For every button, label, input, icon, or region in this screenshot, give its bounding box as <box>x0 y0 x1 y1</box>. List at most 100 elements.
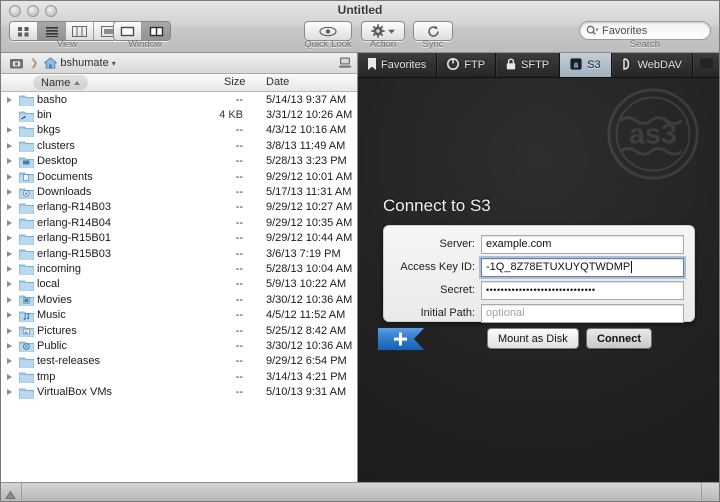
disclosure-triangle-icon[interactable] <box>1 189 17 196</box>
icon-view-button[interactable] <box>10 22 38 40</box>
disclosure-triangle-icon[interactable] <box>1 204 17 211</box>
form-row: Initial Path: optional <box>384 303 694 323</box>
disclosure-triangle-icon[interactable] <box>1 142 17 149</box>
disclosure-triangle-icon[interactable] <box>1 265 17 272</box>
table-row[interactable]: tmp -- 3/14/13 4:21 PM <box>1 369 357 384</box>
tab-favorites[interactable]: Favorites <box>358 53 438 77</box>
disclosure-triangle-icon[interactable] <box>1 327 17 334</box>
file-name: erlang-R14B03 <box>37 201 111 214</box>
search-field[interactable]: Favorites <box>579 21 711 40</box>
disclosure-triangle-icon[interactable] <box>1 219 17 226</box>
disclosure-triangle-icon[interactable] <box>1 342 17 349</box>
disclosure-triangle-icon[interactable] <box>1 158 17 165</box>
tab-s3[interactable]: a S3 <box>560 53 612 77</box>
table-row[interactable]: test-releases -- 9/29/12 6:54 PM <box>1 354 357 369</box>
disclosure-triangle-icon[interactable] <box>1 296 17 303</box>
quick-look-button[interactable] <box>304 21 352 41</box>
file-size: -- <box>235 124 243 137</box>
tab-ftp[interactable]: FTP <box>437 53 497 77</box>
table-row[interactable]: basho -- 5/14/13 9:37 AM <box>1 92 357 107</box>
path-computer-button[interactable] <box>338 56 352 69</box>
disclosure-triangle-icon[interactable] <box>1 250 17 257</box>
path-bar[interactable]: ❯ bshumate ▾ <box>1 53 357 74</box>
action-button[interactable] <box>361 21 405 41</box>
connect-button[interactable]: Connect <box>586 328 652 349</box>
resize-grip-icon[interactable] <box>5 487 16 502</box>
file-name: Downloads <box>37 186 92 199</box>
table-row[interactable]: VirtualBox VMs -- 5/10/13 9:31 AM <box>1 384 357 399</box>
table-row[interactable]: Downloads -- 5/17/13 11:31 AM <box>1 184 357 199</box>
tab-more[interactable] <box>693 53 720 77</box>
disclosure-triangle-icon[interactable] <box>1 235 17 242</box>
table-row[interactable]: Public -- 3/30/12 10:36 AM <box>1 338 357 353</box>
triangle-up-icon <box>5 490 16 499</box>
file-date: 5/14/13 9:37 AM <box>266 93 347 106</box>
svg-text:as3: as3 <box>629 119 677 151</box>
path-menu-arrow[interactable]: ▾ <box>112 59 116 68</box>
disclosure-triangle-icon[interactable] <box>1 281 17 288</box>
disclosure-triangle-icon[interactable] <box>1 173 17 180</box>
sync-button[interactable] <box>413 21 453 41</box>
columns-icon <box>72 25 87 37</box>
table-row[interactable]: bkgs -- 4/3/12 10:16 AM <box>1 123 357 138</box>
field-input[interactable]: optional <box>481 303 684 323</box>
add-bookmark-button[interactable] <box>378 328 424 350</box>
field-input[interactable]: -1Q_8Z78ETUXUYQTWDMP <box>481 257 684 277</box>
disclosure-triangle-icon[interactable] <box>1 312 17 319</box>
table-row[interactable]: clusters -- 3/8/13 11:49 AM <box>1 138 357 153</box>
column-header-size[interactable]: Size <box>224 76 245 88</box>
field-input[interactable]: example.com <box>481 234 684 254</box>
s3-watermark-icon: as3 <box>607 88 699 180</box>
column-header-name[interactable]: Name <box>33 75 89 90</box>
table-row[interactable]: Music -- 4/5/12 11:52 AM <box>1 307 357 322</box>
file-name: Public <box>37 339 67 352</box>
file-name: test-releases <box>37 355 100 368</box>
table-row[interactable]: erlang-R14B04 -- 9/29/12 10:35 AM <box>1 215 357 230</box>
field-input[interactable]: •••••••••••••••••••••••••••••• <box>481 280 684 300</box>
table-row[interactable]: erlang-R14B03 -- 9/29/12 10:27 AM <box>1 200 357 215</box>
connection-type-tabs[interactable]: Favorites FTP SFTP a S3 WebDAV <box>358 53 720 78</box>
downloads-folder-icon <box>19 188 34 199</box>
table-row[interactable]: erlang-R15B03 -- 3/6/13 7:19 PM <box>1 246 357 261</box>
path-drive-crumb[interactable] <box>5 56 28 71</box>
tab-webdav[interactable]: WebDAV <box>612 53 693 77</box>
column-view-button[interactable] <box>66 22 94 40</box>
globe-icon <box>697 57 716 73</box>
webdav-icon <box>622 57 633 73</box>
column-headers[interactable]: Name Size Date <box>1 74 357 92</box>
single-pane-button[interactable] <box>114 22 142 40</box>
file-date: 9/29/12 10:01 AM <box>266 170 353 183</box>
table-row[interactable]: local -- 5/9/13 10:22 AM <box>1 277 357 292</box>
eye-icon <box>319 26 337 36</box>
table-row[interactable]: Pictures -- 5/25/12 8:42 AM <box>1 323 357 338</box>
disclosure-triangle-icon[interactable] <box>1 373 17 380</box>
public-folder-icon <box>19 342 34 353</box>
file-size: 4 KB <box>219 109 243 122</box>
disclosure-triangle-icon[interactable] <box>1 389 17 396</box>
mount-as-disk-button[interactable]: Mount as Disk <box>487 328 579 349</box>
table-row[interactable]: bin 4 KB 3/31/12 10:26 AM <box>1 107 357 122</box>
window-mode-control[interactable] <box>113 21 171 41</box>
tab-sftp[interactable]: SFTP <box>496 53 561 77</box>
table-row[interactable]: Desktop -- 5/28/13 3:23 PM <box>1 154 357 169</box>
disclosure-triangle-icon[interactable] <box>1 358 17 365</box>
disclosure-triangle-icon[interactable] <box>1 96 17 103</box>
table-row[interactable]: Movies -- 3/30/12 10:36 AM <box>1 292 357 307</box>
file-size: -- <box>235 93 243 106</box>
path-home-crumb[interactable]: bshumate ▾ <box>40 56 119 70</box>
chevron-down-icon <box>388 29 395 34</box>
view-mode-control[interactable] <box>9 21 123 41</box>
folder-icon <box>19 372 34 383</box>
table-row[interactable]: erlang-R15B01 -- 9/29/12 10:44 AM <box>1 231 357 246</box>
search-input-value[interactable]: Favorites <box>602 25 647 37</box>
list-view-button[interactable] <box>38 22 66 40</box>
table-row[interactable]: incoming -- 5/28/13 10:04 AM <box>1 261 357 276</box>
split-pane-button[interactable] <box>142 22 170 40</box>
column-header-date[interactable]: Date <box>266 76 289 88</box>
window-titlebar: Untitled View Window Quick Look Action S… <box>1 1 719 53</box>
file-size: -- <box>235 370 243 383</box>
file-name: bkgs <box>37 124 61 137</box>
file-list[interactable]: basho -- 5/14/13 9:37 AM bin 4 KB 3/31/12 10:… <box>1 92 357 482</box>
table-row[interactable]: Documents -- 9/29/12 10:01 AM <box>1 169 357 184</box>
disclosure-triangle-icon[interactable] <box>1 127 17 134</box>
